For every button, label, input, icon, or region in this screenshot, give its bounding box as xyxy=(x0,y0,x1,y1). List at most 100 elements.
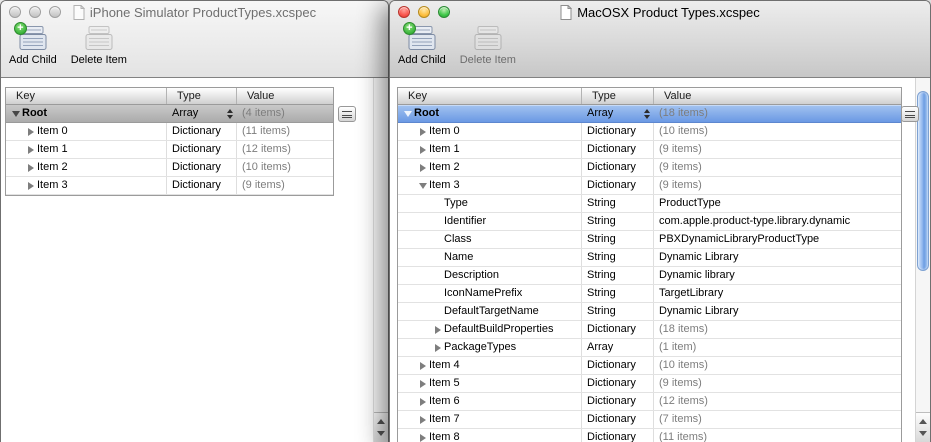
type-cell[interactable]: String xyxy=(582,231,654,248)
disclosure-triangle-icon[interactable] xyxy=(417,123,429,140)
value-cell[interactable]: (12 items) xyxy=(654,393,901,410)
type-stepper-icon[interactable] xyxy=(227,109,233,119)
table-row[interactable]: Description String Dynamic library xyxy=(398,267,901,285)
value-cell[interactable]: (11 items) xyxy=(654,429,901,442)
table-row[interactable]: DefaultTargetName String Dynamic Library xyxy=(398,303,901,321)
type-cell[interactable]: Dictionary xyxy=(582,123,654,140)
value-cell[interactable]: Dynamic Library xyxy=(654,249,901,266)
disclosure-triangle-icon[interactable] xyxy=(432,195,444,212)
column-header-type[interactable]: Type xyxy=(582,88,654,104)
disclosure-triangle-icon[interactable] xyxy=(432,339,444,356)
disclosure-triangle-icon[interactable] xyxy=(25,159,37,176)
disclosure-triangle-icon[interactable] xyxy=(402,105,414,122)
table-row[interactable]: PackageTypes Array (1 item) xyxy=(398,339,901,357)
close-button[interactable] xyxy=(9,6,21,18)
type-cell[interactable]: Dictionary xyxy=(582,321,654,338)
key-cell[interactable]: Item 3 xyxy=(398,177,582,194)
key-cell[interactable]: Item 1 xyxy=(6,141,167,158)
value-cell[interactable]: com.apple.product-type.library.dynamic xyxy=(654,213,901,230)
titlebar[interactable]: MacOSX Product Types.xcspec xyxy=(390,1,930,23)
scroll-up-icon[interactable] xyxy=(377,419,385,424)
value-cell[interactable]: (9 items) xyxy=(654,177,901,194)
value-cell[interactable]: (11 items) xyxy=(237,123,333,140)
disclosure-triangle-icon[interactable] xyxy=(432,303,444,320)
type-cell[interactable]: Array xyxy=(582,105,654,122)
delete-item-button[interactable]: Delete Item xyxy=(71,25,127,66)
column-header-value[interactable]: Value xyxy=(654,88,901,104)
type-cell[interactable]: Dictionary xyxy=(582,357,654,374)
type-cell[interactable]: String xyxy=(582,267,654,284)
type-cell[interactable]: Dictionary xyxy=(582,375,654,392)
key-cell[interactable]: Item 2 xyxy=(6,159,167,176)
value-cell[interactable]: (10 items) xyxy=(654,123,901,140)
disclosure-triangle-icon[interactable] xyxy=(25,123,37,140)
table-row[interactable]: Root Array (18 items) xyxy=(398,105,901,123)
key-cell[interactable]: DefaultBuildProperties xyxy=(398,321,582,338)
value-cell[interactable]: (12 items) xyxy=(237,141,333,158)
disclosure-triangle-icon[interactable] xyxy=(25,177,37,194)
add-child-button[interactable]: + Add Child xyxy=(9,22,57,66)
disclosure-triangle-icon[interactable] xyxy=(25,141,37,158)
column-header-key[interactable]: Key xyxy=(6,88,167,104)
type-cell[interactable]: Array xyxy=(167,105,237,122)
table-row[interactable]: Item 3 Dictionary (9 items) xyxy=(6,177,333,195)
minimize-button[interactable] xyxy=(418,6,430,18)
disclosure-triangle-icon[interactable] xyxy=(432,321,444,338)
key-cell[interactable]: Root xyxy=(6,105,167,122)
type-cell[interactable]: String xyxy=(582,195,654,212)
key-cell[interactable]: Item 0 xyxy=(6,123,167,140)
disclosure-triangle-icon[interactable] xyxy=(417,393,429,410)
disclosure-triangle-icon[interactable] xyxy=(432,285,444,302)
key-cell[interactable]: Item 3 xyxy=(6,177,167,194)
key-cell[interactable]: Identifier xyxy=(398,213,582,230)
type-cell[interactable]: Array xyxy=(582,339,654,356)
table-row[interactable]: Item 4 Dictionary (10 items) xyxy=(398,357,901,375)
table-row[interactable]: Item 6 Dictionary (12 items) xyxy=(398,393,901,411)
disclosure-triangle-icon[interactable] xyxy=(417,411,429,428)
value-cell[interactable]: TargetLibrary xyxy=(654,285,901,302)
vertical-scrollbar[interactable] xyxy=(373,78,388,442)
type-cell[interactable]: Dictionary xyxy=(582,159,654,176)
type-cell[interactable]: Dictionary xyxy=(167,141,237,158)
value-cell[interactable]: (4 items) xyxy=(237,105,333,122)
type-cell[interactable]: String xyxy=(582,249,654,266)
value-cell[interactable]: (10 items) xyxy=(237,159,333,176)
table-row[interactable]: Item 3 Dictionary (9 items) xyxy=(398,177,901,195)
key-cell[interactable]: Type xyxy=(398,195,582,212)
type-cell[interactable]: Dictionary xyxy=(582,177,654,194)
type-stepper-icon[interactable] xyxy=(644,109,650,119)
value-cell[interactable]: (1 item) xyxy=(654,339,901,356)
vertical-scrollbar[interactable] xyxy=(915,78,930,442)
value-cell[interactable]: (18 items) xyxy=(654,105,901,122)
table-row[interactable]: Item 2 Dictionary (9 items) xyxy=(398,159,901,177)
delete-item-button[interactable]: Delete Item xyxy=(460,25,516,66)
column-header-value[interactable]: Value xyxy=(237,88,333,104)
table-row[interactable]: Class String PBXDynamicLibraryProductTyp… xyxy=(398,231,901,249)
value-cell[interactable]: (9 items) xyxy=(654,141,901,158)
key-cell[interactable]: Item 5 xyxy=(398,375,582,392)
type-cell[interactable]: Dictionary xyxy=(167,159,237,176)
value-cell[interactable]: Dynamic Library xyxy=(654,303,901,320)
key-cell[interactable]: Root xyxy=(398,105,582,122)
table-row[interactable]: Item 0 Dictionary (10 items) xyxy=(398,123,901,141)
scroll-down-icon[interactable] xyxy=(377,431,385,436)
table-row[interactable]: Item 7 Dictionary (7 items) xyxy=(398,411,901,429)
value-cell[interactable]: Dynamic library xyxy=(654,267,901,284)
scroll-up-icon[interactable] xyxy=(919,419,927,424)
key-cell[interactable]: PackageTypes xyxy=(398,339,582,356)
disclosure-triangle-icon[interactable] xyxy=(432,267,444,284)
table-row[interactable]: Item 2 Dictionary (10 items) xyxy=(6,159,333,177)
column-header-type[interactable]: Type xyxy=(167,88,237,104)
value-cell[interactable]: (9 items) xyxy=(654,159,901,176)
table-row[interactable]: Item 5 Dictionary (9 items) xyxy=(398,375,901,393)
key-cell[interactable]: Item 1 xyxy=(398,141,582,158)
value-cell[interactable]: (18 items) xyxy=(654,321,901,338)
key-cell[interactable]: Item 7 xyxy=(398,411,582,428)
value-cell[interactable]: ProductType xyxy=(654,195,901,212)
disclosure-triangle-icon[interactable] xyxy=(417,357,429,374)
disclosure-triangle-icon[interactable] xyxy=(432,231,444,248)
type-cell[interactable]: String xyxy=(582,213,654,230)
value-cell[interactable]: (9 items) xyxy=(654,375,901,392)
key-cell[interactable]: Class xyxy=(398,231,582,248)
key-cell[interactable]: IconNamePrefix xyxy=(398,285,582,302)
